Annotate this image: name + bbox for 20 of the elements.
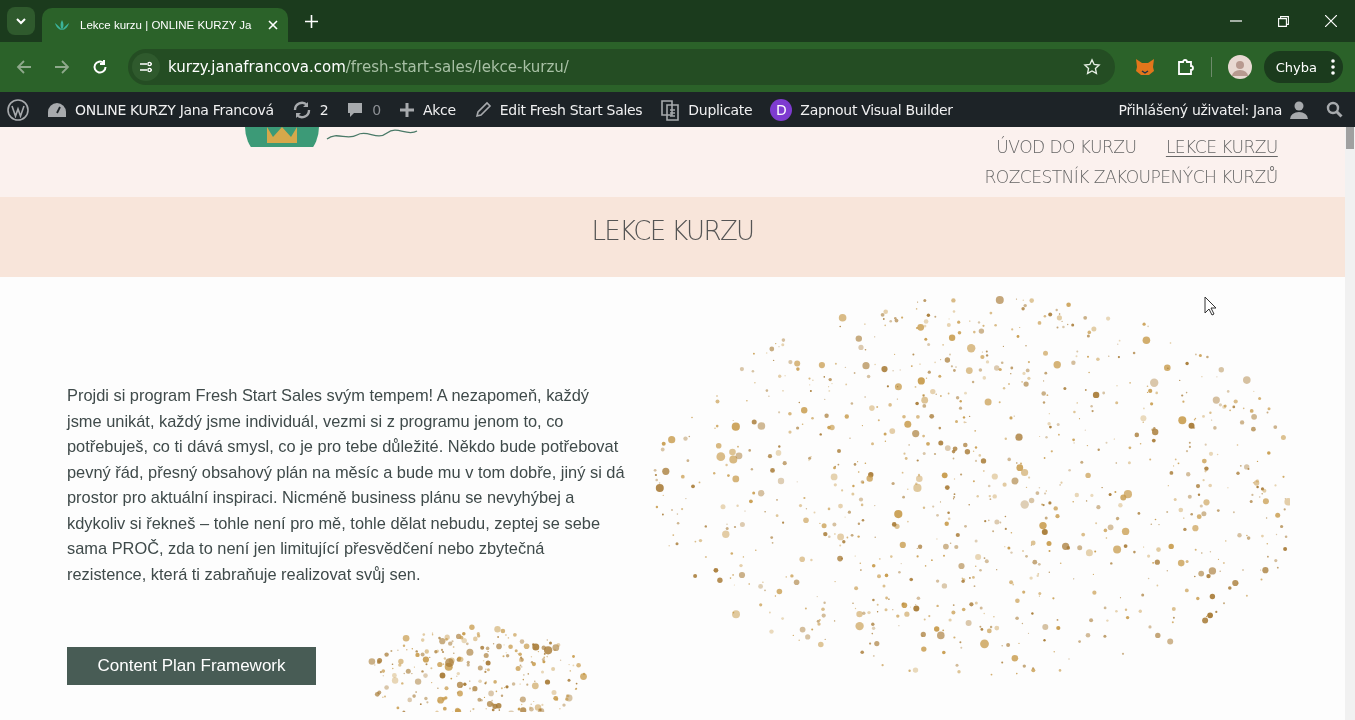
nav-link[interactable]: ÚVOD DO KURZU [996, 136, 1137, 157]
new-menu-link[interactable]: Akce [422, 101, 456, 118]
nav-link[interactable]: LEKCE KURZU [1166, 136, 1278, 157]
address-bar[interactable]: kurzy.janafrancova.com/fresh-start-sales/lekce-kurzu/ [128, 49, 1115, 85]
builder-badge: D [770, 98, 793, 121]
profile-button[interactable]: Chyba [1263, 51, 1343, 83]
nav-link[interactable]: ROZCESTNÍK ZAKOUPENÝCH KURZŮ [984, 166, 1278, 187]
updates-count[interactable]: 2 [319, 101, 329, 118]
tab-title: Lekce kurzu | ONLINE KURZY Ja [80, 19, 253, 31]
intro-paragraph: Projdi si program Fresh Start Sales svým tempem! A nezapomeň, každý jsme unikát, každý jsme individuál, vezmi si z programu jenom to, co potřebuješ, co ti dává smysl, co je pro tebe důležité. Někdo bude potřebovat pevný řád, přesný obsahový plán na měsíc a bude mu v tom dobře, jiný si dá prostor pro aktuální inspiraci. Nicméně business plánu se nevyhýbej a kdykoliv si řekneš – tohle není pro mě, tohle dělat nebudu, zeptej se sebe sama PROČ, zda to není jen limitující přesvědčení nebo zbytečná rezistence, která ti zabraňuje realizovat svůj sen. [67, 385, 626, 585]
browser-tab[interactable]: Lekce kurzu | ONLINE KURZY Ja [42, 8, 288, 42]
comments-count[interactable]: 0 [372, 101, 381, 118]
user-account-link[interactable]: Přihlášený uživatel: Jana [1118, 101, 1282, 118]
duplicate-link[interactable]: Duplicate [688, 101, 753, 118]
site-name-link[interactable]: ONLINE KURZY Jana Francová [75, 101, 274, 118]
url-text: kurzy.janafrancova.com/fresh-start-sales/lekce-kurzu/ [168, 58, 570, 76]
visual-builder-link[interactable]: Zapnout Visual Builder [800, 101, 953, 118]
content-plan-button[interactable]: Content Plan Framework [67, 647, 316, 685]
edit-page-link[interactable]: Edit Fresh Start Sales [499, 101, 643, 118]
page-title: LEKCE KURZU [591, 216, 754, 246]
